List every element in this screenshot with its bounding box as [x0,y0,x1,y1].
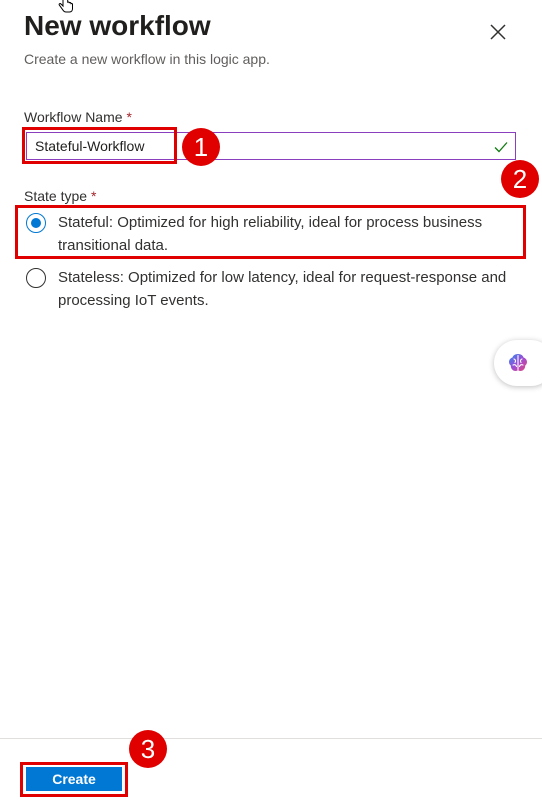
annotation-badge-3: 3 [129,730,167,768]
page-subtitle: Create a new workflow in this logic app. [24,51,270,67]
footer-divider [0,738,542,739]
copilot-brain-icon [509,354,527,371]
checkmark-icon [494,142,508,153]
annotation-badge-2: 2 [501,160,539,198]
close-icon [490,24,506,40]
annotation-box-1 [22,127,177,164]
copilot-button[interactable] [494,340,542,386]
required-marker: * [126,109,132,125]
annotation-badge-1: 1 [182,128,220,166]
state-type-label: State type * [24,188,97,204]
radio-label-stateless: Stateless: Optimized for low latency, id… [58,269,507,309]
workflow-name-label: Workflow Name * [24,109,132,125]
radio-button-stateless[interactable] [26,268,46,288]
page-title: New workflow [24,10,211,41]
close-button[interactable] [484,18,512,46]
annotation-box-3 [20,762,128,797]
annotation-box-2 [15,205,526,259]
required-marker: * [90,188,97,204]
radio-option-stateless[interactable]: Stateless: Optimized for low latency, id… [26,266,522,312]
new-workflow-panel: New workflow Create a new workflow in th… [0,0,542,812]
